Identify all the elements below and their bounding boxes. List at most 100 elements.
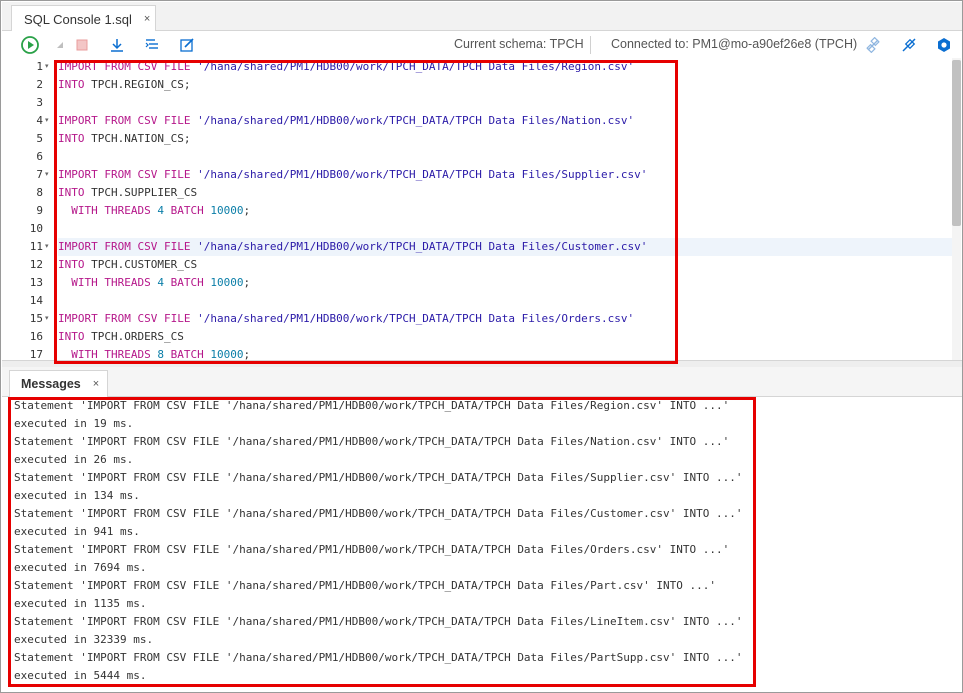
message-execution-time: executed in 32339 ms. <box>14 633 154 646</box>
code-token-plain: TPCH.REGION_CS; <box>84 78 191 91</box>
fold-toggle-icon[interactable]: ▾ <box>45 112 53 130</box>
line-number: 1 <box>36 60 43 73</box>
message-statement: Statement 'IMPORT FROM CSV FILE '/hana/s… <box>14 651 743 664</box>
code-line[interactable]: INTO TPCH.CUSTOMER_CS <box>58 256 953 274</box>
line-number-gutter: 1 ▾ 2 3 4 ▾ 5 6 7 ▾ 8 9 10 11 ▾ 12 13 14 15 ▾ 16 17 <box>2 58 54 360</box>
code-line[interactable]: INTO TPCH.SUPPLIER_CS <box>58 184 953 202</box>
tab-messages[interactable]: Messages × <box>9 370 109 397</box>
message-statement: Statement 'IMPORT FROM CSV FILE '/hana/s… <box>14 615 743 628</box>
line-number: 6 <box>36 150 43 163</box>
code-line[interactable]: WITH THREADS 4 BATCH 10000; <box>58 274 953 292</box>
plug-icon <box>902 38 916 52</box>
code-line[interactable]: IMPORT FROM CSV FILE '/hana/shared/PM1/H… <box>58 238 953 256</box>
code-token-str: '/hana/shared/PM1/HDB00/work/TPCH_DATA/T… <box>197 60 635 73</box>
message-execution-time: executed in 5444 ms. <box>14 669 147 682</box>
code-token-kw: INTO <box>58 330 85 343</box>
line-number: 8 <box>36 186 43 199</box>
sql-console-window: SQL Console 1.sql × Current schema: TPCH… <box>0 0 963 693</box>
code-line[interactable] <box>58 220 953 238</box>
code-token-num: 4 <box>157 276 164 289</box>
line-number: 4 <box>36 114 43 127</box>
sql-editor[interactable]: 1 ▾ 2 3 4 ▾ 5 6 7 ▾ 8 9 10 11 ▾ 12 13 14 15 ▾ 16 17 IMPORT FR… <box>2 58 962 360</box>
tab-sql-console[interactable]: SQL Console 1.sql × <box>11 5 156 32</box>
code-token-str: '/hana/shared/PM1/HDB00/work/TPCH_DATA/T… <box>197 114 635 127</box>
code-token-plain: TPCH.CUSTOMER_CS <box>84 258 198 271</box>
code-token-kw: IMPORT FROM CSV FILE <box>58 168 191 181</box>
message-execution-time: executed in 134 ms. <box>14 489 140 502</box>
code-token-kw: WITH THREADS <box>71 276 151 289</box>
pane-splitter[interactable] <box>2 360 962 367</box>
tab-title: SQL Console 1.sql <box>24 11 132 27</box>
code-token-num: 10000 <box>210 348 244 360</box>
code-line[interactable] <box>58 148 953 166</box>
fold-toggle-icon[interactable]: ▾ <box>45 166 53 184</box>
code-line[interactable]: WITH THREADS 4 BATCH 10000; <box>58 202 953 220</box>
current-schema-label: Current schema: TPCH <box>454 37 584 51</box>
code-token-num: 4 <box>157 204 164 217</box>
code-token-kw: INTO <box>58 258 85 271</box>
message-execution-time: executed in 19 ms. <box>14 417 134 430</box>
download-button[interactable] <box>105 33 129 57</box>
code-token-kw: WITH THREADS <box>71 348 151 360</box>
code-token-kw: BATCH <box>170 348 204 360</box>
fold-toggle-icon[interactable]: ▾ <box>45 310 53 328</box>
line-number: 2 <box>36 78 43 91</box>
line-number: 9 <box>36 204 43 217</box>
editor-scrollbar-thumb[interactable] <box>952 60 961 226</box>
stop-button[interactable] <box>70 33 94 57</box>
line-number: 3 <box>36 96 43 109</box>
code-line[interactable] <box>58 94 953 112</box>
connection-button[interactable] <box>897 33 921 57</box>
code-token-kw: IMPORT FROM CSV FILE <box>58 60 191 73</box>
corner-triangle-icon <box>57 42 63 48</box>
disconnect-icon <box>866 37 880 53</box>
dropdown-button[interactable] <box>48 33 72 57</box>
fold-toggle-icon[interactable]: ▾ <box>45 238 53 256</box>
edit-button[interactable] <box>175 33 199 57</box>
edit-icon <box>180 38 194 52</box>
code-line[interactable] <box>58 292 953 310</box>
code-token-str: '/hana/shared/PM1/HDB00/work/TPCH_DATA/T… <box>197 312 635 325</box>
editor-toolbar: Current schema: TPCH Connected to: PM1@m… <box>2 31 962 58</box>
fold-toggle-icon[interactable]: ▾ <box>45 58 53 76</box>
settings-button[interactable] <box>932 33 956 57</box>
format-button[interactable] <box>140 33 164 57</box>
code-token-kw: IMPORT FROM CSV FILE <box>58 240 191 253</box>
code-line[interactable]: INTO TPCH.NATION_CS; <box>58 130 953 148</box>
message-statement: Statement 'IMPORT FROM CSV FILE '/hana/s… <box>14 471 743 484</box>
code-token-kw: BATCH <box>170 276 204 289</box>
messages-tab-title: Messages <box>21 377 81 391</box>
code-line[interactable]: IMPORT FROM CSV FILE '/hana/shared/PM1/H… <box>58 112 953 130</box>
messages-panel: Statement 'IMPORT FROM CSV FILE '/hana/s… <box>2 398 962 692</box>
line-number: 11 <box>29 240 43 253</box>
download-icon <box>111 39 123 52</box>
code-line[interactable]: INTO TPCH.REGION_CS; <box>58 76 953 94</box>
gear-icon <box>938 38 950 52</box>
message-statement: Statement 'IMPORT FROM CSV FILE '/hana/s… <box>14 543 730 556</box>
disconnect-button[interactable] <box>861 33 885 57</box>
code-token-num: 10000 <box>210 276 244 289</box>
editor-tab-bar: SQL Console 1.sql × <box>2 2 962 32</box>
line-number: 13 <box>29 276 43 289</box>
run-icon <box>21 36 39 54</box>
run-button[interactable] <box>18 33 42 57</box>
message-execution-time: executed in 1135 ms. <box>14 597 147 610</box>
line-number: 10 <box>29 222 43 235</box>
close-tab-icon[interactable]: × <box>144 13 150 25</box>
code-line[interactable]: IMPORT FROM CSV FILE '/hana/shared/PM1/H… <box>58 166 953 184</box>
code-token-str: '/hana/shared/PM1/HDB00/work/TPCH_DATA/T… <box>197 240 648 253</box>
code-token-kw: WITH THREADS <box>71 204 151 217</box>
code-line[interactable]: IMPORT FROM CSV FILE '/hana/shared/PM1/H… <box>58 310 953 328</box>
code-line[interactable]: IMPORT FROM CSV FILE '/hana/shared/PM1/H… <box>58 58 953 76</box>
line-number: 7 <box>36 168 43 181</box>
code-line[interactable]: INTO TPCH.ORDERS_CS <box>58 328 953 346</box>
code-token-str: '/hana/shared/PM1/HDB00/work/TPCH_DATA/T… <box>197 168 648 181</box>
code-line[interactable]: WITH THREADS 8 BATCH 10000; <box>58 346 953 360</box>
format-icon <box>145 39 158 49</box>
close-messages-icon[interactable]: × <box>93 378 99 390</box>
code-token-kw: IMPORT FROM CSV FILE <box>58 312 191 325</box>
code-token-plain: ; <box>243 348 251 360</box>
